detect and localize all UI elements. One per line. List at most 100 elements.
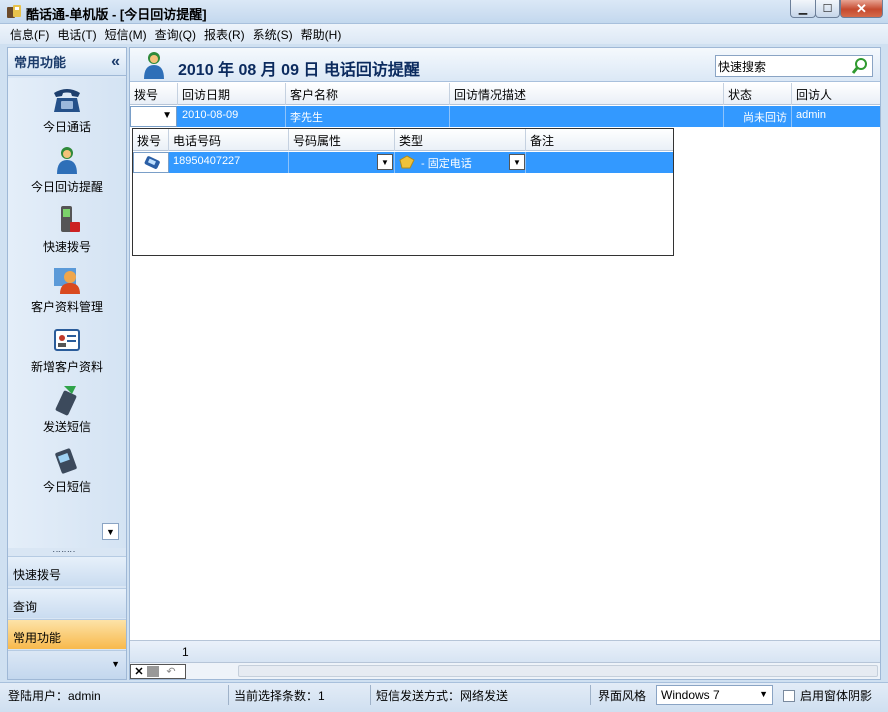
detail-table-row[interactable]: 18950407227 ▼ - 固定电话 ▼ bbox=[133, 152, 673, 173]
detail-column-attribute[interactable]: 号码属性 bbox=[289, 129, 395, 151]
landline-icon bbox=[399, 155, 415, 169]
status-bar: 登陆用户：admin 当前选择条数：1 短信发送方式：网络发送 界面风格 Win… bbox=[0, 682, 888, 712]
detail-grid-header: 拨号 电话号码 号码属性 类型 备注 bbox=[133, 129, 673, 151]
table-row[interactable]: ▼ 2010-08-09 李先生 尚未回访 admin bbox=[130, 106, 880, 127]
sidebar-splitter[interactable]: ‥‥‥‥ bbox=[52, 544, 76, 555]
cell-status: 尚未回访 bbox=[724, 106, 792, 127]
cell-note[interactable] bbox=[526, 152, 673, 173]
status-divider bbox=[228, 685, 229, 705]
sidebar-options-button[interactable]: ▼ bbox=[8, 650, 126, 679]
window-shadow-checkbox[interactable] bbox=[783, 690, 795, 702]
attribute-dropdown-button[interactable]: ▼ bbox=[377, 154, 393, 170]
sidebar-item-label: 发送短信 bbox=[42, 420, 91, 434]
column-header-visitor[interactable]: 回访人 bbox=[792, 83, 880, 105]
cell-customer: 李先生 bbox=[286, 106, 450, 127]
sidebar-items: 今日通话 今日回访提醒 快速拨号 客户资料管理 新增客户资料 发送短信 今日短信 bbox=[8, 78, 126, 548]
cell-description bbox=[450, 106, 724, 127]
column-header-dial[interactable]: 拨号 bbox=[130, 83, 178, 105]
content-header: 2010 年 08 月 09 日 电话回访提醒 bbox=[130, 48, 880, 82]
page-title: 2010 年 08 月 09 日 电话回访提醒 bbox=[178, 62, 420, 79]
title-bar: 酷话通-单机版 - [今日回访提醒] ▁ ☐ ✕ bbox=[0, 0, 888, 24]
detail-column-note[interactable]: 备注 bbox=[526, 129, 673, 151]
sidebar-header: 常用功能 « bbox=[8, 48, 126, 76]
grid-header: 拨号 回访日期 客户名称 回访情况描述 状态 回访人 bbox=[130, 83, 880, 105]
detail-column-dial[interactable]: 拨号 bbox=[133, 129, 169, 151]
row-count: 1 bbox=[182, 645, 189, 659]
cell-visitor: admin bbox=[796, 109, 826, 121]
chevron-down-icon: ▼ bbox=[759, 689, 768, 699]
sidebar-item-send-sms[interactable]: 发送短信 bbox=[8, 382, 126, 440]
sidebar-bar-speed-dial[interactable]: 快速拨号 bbox=[8, 556, 126, 586]
sms-phone-icon bbox=[55, 448, 77, 474]
window-shadow-label: 启用窗体阴影 bbox=[800, 689, 873, 703]
theme-label: 界面风格 bbox=[598, 689, 647, 703]
status-divider bbox=[590, 685, 591, 705]
sidebar-title: 常用功能 bbox=[14, 55, 67, 70]
sidebar-item-speed-dial[interactable]: 快速拨号 bbox=[8, 202, 126, 260]
theme-select[interactable]: Windows 7 ▼ bbox=[656, 685, 773, 705]
sidebar-item-today-sms[interactable]: 今日短信 bbox=[8, 442, 126, 500]
detail-column-phone[interactable]: 电话号码 bbox=[169, 129, 289, 151]
horizontal-scrollbar[interactable] bbox=[238, 665, 878, 677]
maximize-button[interactable]: ☐ bbox=[815, 0, 840, 18]
minimize-button[interactable]: ▁ bbox=[790, 0, 816, 18]
grid-footer: 1 bbox=[130, 640, 880, 662]
sidebar-bar-query[interactable]: 查询 bbox=[8, 588, 126, 618]
collapse-icon[interactable]: « bbox=[111, 53, 120, 71]
sidebar-scroll-down-button[interactable]: ▼ bbox=[102, 523, 119, 540]
mobile-phone-icon bbox=[61, 206, 80, 232]
window-title: 酷话通-单机版 - [今日回访提醒] bbox=[26, 7, 207, 22]
cell-phone: 18950407227 bbox=[169, 152, 289, 173]
sidebar-item-label: 客户资料管理 bbox=[30, 300, 103, 314]
send-sms-icon bbox=[55, 386, 77, 416]
navigator-buttons: ✕ ↶ bbox=[130, 664, 186, 679]
column-header-description[interactable]: 回访情况描述 bbox=[450, 83, 724, 105]
undo-icon[interactable]: ↶ bbox=[163, 665, 179, 678]
menu-phone[interactable]: 电话(T) bbox=[57, 26, 96, 43]
sidebar-bar-common[interactable]: 常用功能 bbox=[8, 619, 126, 649]
sidebar-item-revisit-reminder[interactable]: 今日回访提醒 bbox=[8, 142, 126, 200]
sidebar-item-customer-management[interactable]: 客户资料管理 bbox=[8, 262, 126, 320]
sidebar-item-today-calls[interactable]: 今日通话 bbox=[8, 82, 126, 140]
menu-bar: 信息(F) 电话(T) 短信(M) 查询(Q) 报表(R) 系统(S) 帮助(H… bbox=[0, 24, 888, 44]
sms-mode-status: 短信发送方式：网络发送 bbox=[376, 689, 509, 703]
app-icon bbox=[7, 5, 21, 18]
menu-help[interactable]: 帮助(H) bbox=[301, 26, 342, 43]
search-input[interactable] bbox=[715, 55, 873, 77]
search-icon[interactable] bbox=[851, 57, 869, 75]
column-header-date[interactable]: 回访日期 bbox=[178, 83, 286, 105]
menu-info[interactable]: 信息(F) bbox=[10, 26, 49, 43]
sidebar: 常用功能 « 今日通话 今日回访提醒 快速拨号 客户资料管理 新增客户资料 发送… bbox=[7, 47, 127, 680]
sidebar-item-label: 今日短信 bbox=[42, 480, 91, 494]
user-headset-icon bbox=[144, 52, 164, 79]
chevron-down-icon: ▼ bbox=[162, 110, 172, 121]
cell-date: 2010-08-09 bbox=[178, 106, 286, 127]
customer-icon bbox=[54, 268, 80, 294]
menu-system[interactable]: 系统(S) bbox=[253, 26, 293, 43]
sidebar-item-label: 新增客户资料 bbox=[30, 360, 103, 374]
menu-query[interactable]: 查询(Q) bbox=[155, 26, 196, 43]
sidebar-item-label: 今日通话 bbox=[42, 120, 91, 134]
detail-grid: 拨号 电话号码 号码属性 类型 备注 18950407227 ▼ - 固定电话 … bbox=[132, 128, 674, 256]
selected-count-status: 当前选择条数：1 bbox=[234, 689, 325, 703]
main-content: 2010 年 08 月 09 日 电话回访提醒 拨号 回访日期 客户名称 回访情… bbox=[129, 47, 881, 680]
telephone-icon bbox=[54, 89, 80, 112]
stop-icon[interactable] bbox=[147, 666, 159, 677]
menu-report[interactable]: 报表(R) bbox=[204, 26, 245, 43]
status-divider bbox=[370, 685, 371, 705]
close-button[interactable]: ✕ bbox=[840, 0, 883, 18]
detail-column-type[interactable]: 类型 bbox=[395, 129, 526, 151]
login-user-status: 登陆用户：admin bbox=[8, 689, 101, 703]
dial-button[interactable] bbox=[133, 152, 169, 173]
grid-navigator: ✕ ↶ bbox=[130, 662, 880, 679]
menu-sms[interactable]: 短信(M) bbox=[105, 26, 147, 43]
delete-icon[interactable]: ✕ bbox=[131, 665, 147, 678]
user-headset-icon bbox=[57, 147, 77, 174]
contact-card-icon bbox=[54, 329, 80, 351]
column-header-status[interactable]: 状态 bbox=[724, 83, 792, 105]
sidebar-item-label: 今日回访提醒 bbox=[30, 180, 103, 194]
type-dropdown-button[interactable]: ▼ bbox=[509, 154, 525, 170]
row-expand-button[interactable]: ▼ bbox=[130, 106, 177, 127]
sidebar-item-new-customer[interactable]: 新增客户资料 bbox=[8, 322, 126, 380]
column-header-customer[interactable]: 客户名称 bbox=[286, 83, 450, 105]
